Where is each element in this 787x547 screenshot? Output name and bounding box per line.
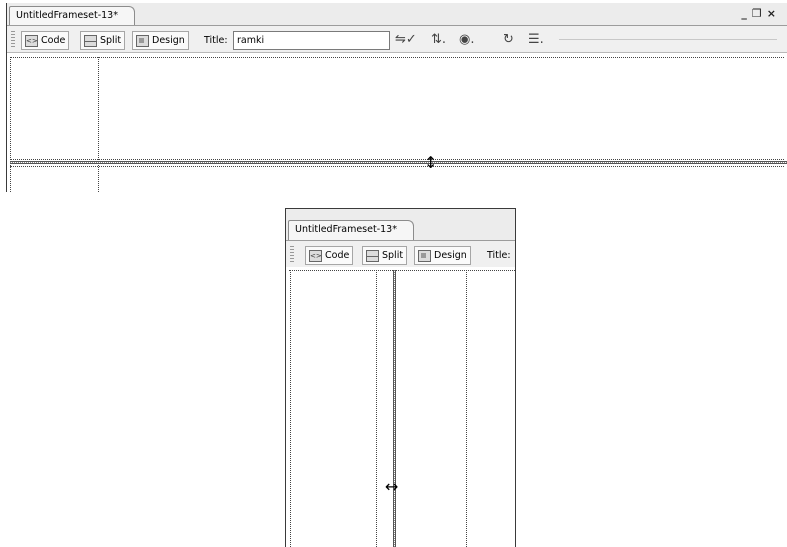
design-view-button[interactable]: Design: [414, 246, 471, 265]
column-frame-border[interactable]: [376, 270, 377, 547]
document-toolbar: <> Code Split Design Title: ⇋✓ ⇅. ◉. ↻ ☰…: [7, 25, 787, 53]
restore-button[interactable]: ❐: [752, 7, 767, 20]
document-tab-strip: UntitledFrameset-13* _❐×: [7, 3, 787, 26]
split-view-label: Split: [100, 35, 122, 46]
split-view-button[interactable]: Split: [362, 246, 408, 265]
code-view-icon: <>: [309, 249, 322, 262]
column-resize-drag-line[interactable]: [393, 270, 396, 547]
document-toolbar: <> Code Split Design Title:: [286, 240, 515, 268]
split-view-button[interactable]: Split: [80, 31, 126, 50]
validate-markup-icon[interactable]: ⇋✓: [395, 32, 417, 48]
refresh-icon[interactable]: ↻: [503, 32, 514, 48]
split-view-label: Split: [382, 250, 404, 261]
frame-border: [289, 270, 515, 271]
title-input[interactable]: [233, 31, 390, 50]
window-controls: _❐×: [741, 7, 781, 20]
code-view-label: Code: [41, 35, 66, 46]
row-frame-border[interactable]: [10, 159, 784, 160]
code-view-label: Code: [325, 250, 350, 261]
toolbar-grip[interactable]: [290, 246, 294, 263]
design-view-icon: [136, 34, 149, 47]
code-view-button[interactable]: <> Code: [305, 246, 354, 265]
preview-browser-icon[interactable]: ◉.: [459, 32, 474, 48]
design-view-button[interactable]: Design: [132, 31, 189, 50]
view-options-icon[interactable]: ☰.: [528, 32, 544, 48]
frame-border: [10, 57, 784, 58]
toolbar-separator: [559, 39, 777, 40]
frameset-design-canvas[interactable]: ↕: [7, 53, 787, 192]
minimize-button[interactable]: _: [741, 7, 752, 20]
split-view-icon: [366, 249, 379, 262]
row-resize-cursor-icon: ↕: [424, 153, 438, 172]
frameset-design-canvas[interactable]: ↔: [286, 267, 515, 547]
code-view-icon: <>: [25, 34, 38, 47]
row-frame-border[interactable]: [10, 166, 784, 167]
column-frame-border[interactable]: [98, 57, 99, 192]
document-tab-strip: UntitledFrameset-13*: [286, 209, 515, 240]
file-management-icon[interactable]: ⇅.: [431, 32, 446, 48]
document-tab[interactable]: UntitledFrameset-13*: [288, 220, 414, 240]
document-window-row-resize: UntitledFrameset-13* _❐× <> Code Split D…: [6, 3, 787, 192]
column-resize-cursor-icon: ↔: [385, 477, 399, 496]
frame-border: [10, 57, 11, 192]
split-view-icon: [84, 34, 97, 47]
toolbar-grip[interactable]: [11, 31, 15, 48]
row-resize-drag-line[interactable]: [10, 161, 787, 164]
close-button[interactable]: ×: [767, 7, 781, 20]
column-frame-border[interactable]: [466, 270, 467, 547]
design-view-icon: [418, 249, 431, 262]
title-label: Title:: [204, 35, 228, 46]
frame-border: [290, 270, 291, 547]
design-view-label: Design: [152, 35, 185, 46]
document-window-column-resize: UntitledFrameset-13* <> Code Split Desig…: [285, 208, 516, 547]
code-view-button[interactable]: <> Code: [21, 31, 70, 50]
design-view-label: Design: [434, 250, 467, 261]
document-tab[interactable]: UntitledFrameset-13*: [9, 6, 135, 26]
title-label: Title:: [487, 250, 511, 261]
